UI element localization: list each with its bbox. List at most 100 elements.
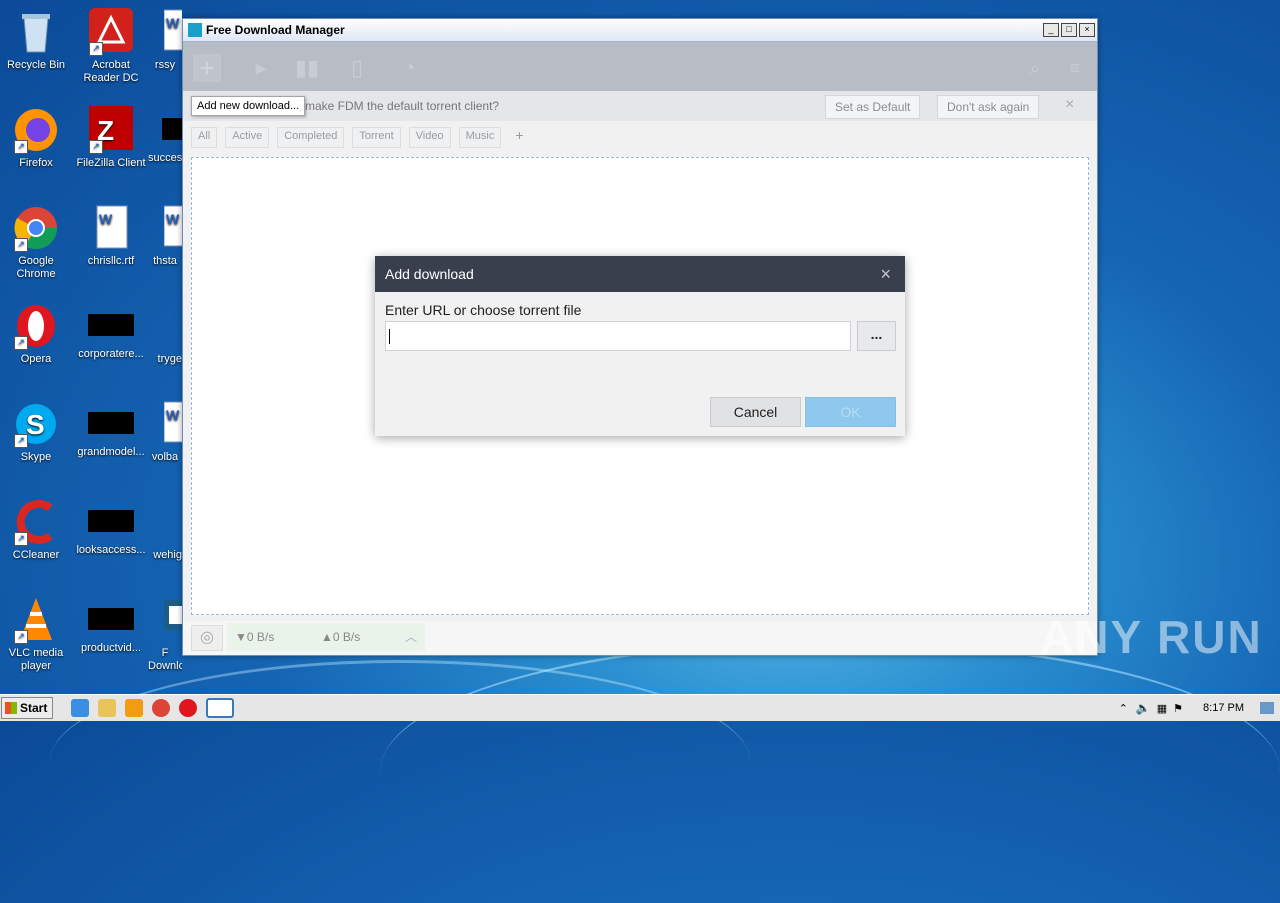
acrobat-icon: ↗ <box>87 8 135 56</box>
file-icon <box>148 302 182 350</box>
desktop-icon-label: FileZilla Client <box>76 157 146 169</box>
cancel-button[interactable]: Cancel <box>710 397 801 427</box>
opera-taskbar-icon[interactable] <box>179 699 197 717</box>
fdm-app-icon <box>188 23 202 37</box>
network-icon[interactable]: ▦ <box>1157 702 1167 715</box>
desktop-icon-chrome[interactable]: ↗ Google Chrome <box>0 204 74 281</box>
taskbar: Start ⌃ 🔈 ▦ ⚑ 8:17 PM <box>0 694 1280 721</box>
search-icon[interactable]: ⌕ <box>1021 54 1049 82</box>
desktop-icon-label: VLC media player <box>8 647 64 672</box>
add-download-button[interactable]: + <box>193 54 221 82</box>
add-download-dialog: Add download × Enter URL or choose torre… <box>375 256 905 436</box>
desktop-icon-label: tryge <box>157 353 182 365</box>
desktop-icon-label: Skype <box>20 451 52 463</box>
play-icon[interactable]: ▸ <box>247 54 275 82</box>
word-document-icon: W <box>163 400 182 448</box>
tab-active[interactable]: Active <box>225 127 270 148</box>
snail-mode-icon[interactable]: ◎ <box>191 625 223 651</box>
shortcut-arrow-icon: ↗ <box>14 434 28 448</box>
browse-button[interactable]: ... <box>857 321 896 351</box>
shortcut-arrow-icon: ↗ <box>14 532 28 546</box>
desktop-icon-label: productvid... <box>81 642 141 654</box>
desktop-icon-label: Google Chrome <box>16 255 56 280</box>
upload-speed: ▲0 B/s <box>321 630 361 644</box>
pause-icon[interactable]: ▮▮ <box>293 54 321 82</box>
recycle-bin-icon <box>12 8 60 56</box>
dialog-header: Add download × <box>375 256 905 292</box>
filter-tabs: All Active Completed Torrent Video Music… <box>191 127 530 149</box>
clock[interactable]: 8:17 PM <box>1203 702 1244 714</box>
shortcut-arrow-icon: ↗ <box>14 336 28 350</box>
desktop-icon-wehig[interactable]: wehig <box>148 498 182 562</box>
desktop-icon-skype[interactable]: S ↗ Skype <box>0 400 74 464</box>
set-as-default-button[interactable]: Set as Default <box>825 95 921 119</box>
fdm-taskbar-icon[interactable] <box>206 698 234 718</box>
tray-chevron-icon[interactable]: ⌃ <box>1119 702 1128 715</box>
vlc-icon: ↗ <box>12 596 60 644</box>
svg-text:W: W <box>166 15 180 31</box>
show-desktop-button[interactable] <box>1260 702 1274 714</box>
desktop-icon-label: chrisllc.rtf <box>87 255 135 267</box>
ie-icon[interactable] <box>71 699 89 717</box>
dont-ask-again-button[interactable]: Don't ask again <box>937 95 1040 119</box>
word-document-icon: W <box>87 204 135 252</box>
desktop-icon-label: Recycle Bin <box>6 59 66 71</box>
desktop-icon-succes[interactable]: succes <box>148 106 182 165</box>
desktop-icon-label: Acrobat Reader DC <box>83 59 139 84</box>
chrome-taskbar-icon[interactable] <box>152 699 170 717</box>
shortcut-arrow-icon: ↗ <box>89 42 103 56</box>
desktop-icon-label: CCleaner <box>12 549 60 561</box>
tab-completed[interactable]: Completed <box>277 127 345 148</box>
speed-icon[interactable]: ◔ <box>395 54 423 82</box>
desktop-icon-looksaccess[interactable]: looksaccess... <box>73 498 149 557</box>
notification-close-icon[interactable]: × <box>1065 96 1074 114</box>
skype-icon: S ↗ <box>12 400 60 448</box>
menu-icon[interactable]: ≡ <box>1061 54 1089 82</box>
media-player-icon[interactable] <box>125 699 143 717</box>
desktop-icon-filezilla[interactable]: Z ↗ FileZilla Client <box>73 106 149 170</box>
ok-button[interactable]: OK <box>805 397 896 427</box>
word-document-icon: W <box>163 8 182 56</box>
speed-panel: ▼0 B/s ▲0 B/s ︿ <box>227 623 425 651</box>
desktop-icon-grandmodel[interactable]: grandmodel... <box>73 400 149 459</box>
desktop-icon-productvid[interactable]: productvid... <box>73 596 149 655</box>
desktop-icon-fdm[interactable]: F Downlo... <box>148 596 182 673</box>
shortcut-arrow-icon: ↗ <box>14 630 28 644</box>
explorer-icon[interactable] <box>98 699 116 717</box>
desktop-icon-volba[interactable]: W volba <box>148 400 182 464</box>
desktop-icon-tryge[interactable]: tryge <box>148 302 182 366</box>
desktop-icon-vlc[interactable]: ↗ VLC media player <box>0 596 74 673</box>
delete-icon[interactable]: ▯ <box>343 54 371 82</box>
desktop-icon-chrisllc[interactable]: W chrisllc.rtf <box>73 204 149 268</box>
file-thumbnail <box>88 608 134 630</box>
desktop-icon-ccleaner[interactable]: ↗ CCleaner <box>0 498 74 562</box>
dialog-title: Add download <box>385 266 474 282</box>
desktop-icon-firefox[interactable]: ↗ Firefox <box>0 106 74 170</box>
desktop-icon-label: corporatere... <box>78 348 144 360</box>
url-input[interactable] <box>385 321 851 351</box>
desktop-icon-thsta[interactable]: W thsta <box>148 204 182 268</box>
start-button[interactable]: Start <box>1 697 53 719</box>
maximize-button[interactable]: □ <box>1061 23 1077 37</box>
tab-all[interactable]: All <box>191 127 218 148</box>
desktop-icon-acrobat[interactable]: ↗ Acrobat Reader DC <box>73 8 149 85</box>
tab-video[interactable]: Video <box>408 127 451 148</box>
flag-icon[interactable]: ⚑ <box>1173 702 1183 715</box>
tab-music[interactable]: Music <box>458 127 502 148</box>
desktop-icon-rssy[interactable]: W rssy <box>148 8 182 72</box>
dialog-close-icon[interactable]: × <box>880 256 891 292</box>
desktop-icon-opera[interactable]: ↗ Opera <box>0 302 74 366</box>
anyrun-watermark: ANY RUN <box>1040 611 1263 663</box>
close-window-button[interactable]: × <box>1079 23 1095 37</box>
add-tab-button[interactable]: + <box>509 127 529 144</box>
volume-icon[interactable]: 🔈 <box>1136 701 1151 715</box>
desktop-icon-label: looksaccess... <box>76 544 146 556</box>
desktop-icon-recycle-bin[interactable]: Recycle Bin <box>0 8 74 72</box>
desktop-icon-corporatere[interactable]: corporatere... <box>73 302 149 361</box>
window-titlebar[interactable]: Free Download Manager _ □ × <box>183 19 1097 42</box>
tab-torrent[interactable]: Torrent <box>352 127 401 148</box>
ccleaner-icon: ↗ <box>12 498 60 546</box>
minimize-button[interactable]: _ <box>1043 23 1059 37</box>
file-thumbnail <box>162 118 182 140</box>
expand-chevron-icon[interactable]: ︿ <box>405 628 417 645</box>
